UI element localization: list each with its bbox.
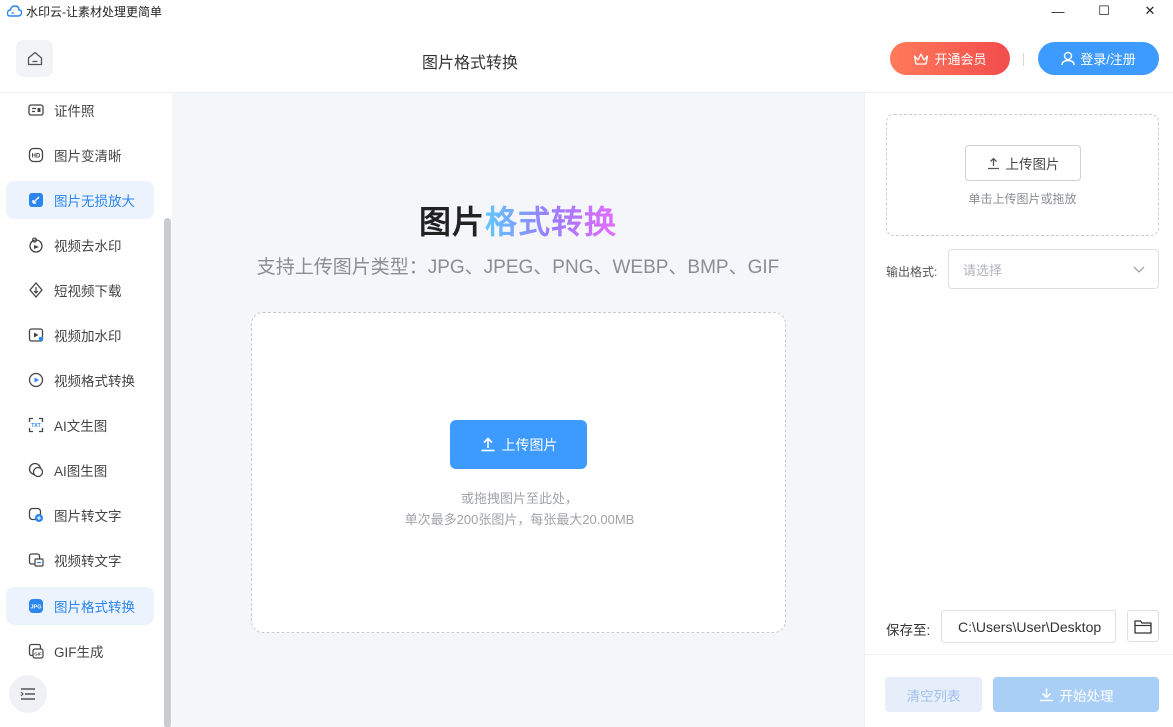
settings-panel: 上传图片 单击上传图片或拖放 输出格式: 请选择 保存至: C:\Users\U… bbox=[864, 93, 1173, 727]
browse-folder-button[interactable] bbox=[1127, 610, 1159, 642]
vip-label: 开通会员 bbox=[934, 52, 987, 67]
play-circle-icon bbox=[28, 372, 44, 388]
chevron-down-icon bbox=[1133, 266, 1145, 273]
close-button[interactable]: ✕ bbox=[1127, 0, 1173, 22]
sidebar-item-gif-generate[interactable]: GIF GIF生成 bbox=[6, 632, 154, 670]
sidebar-item-label: GIF生成 bbox=[54, 645, 104, 660]
sidebar-item-label: 视频去水印 bbox=[54, 239, 122, 254]
sidebar-item-label: 图片格式转换 bbox=[54, 600, 135, 615]
hero-title-part2: 格式转换 bbox=[485, 204, 618, 240]
drag-hint: 或拖拽图片至此处， bbox=[460, 491, 578, 506]
app-header: 图片格式转换 开通会员 登录/注册 bbox=[0, 22, 1173, 93]
video-text-icon bbox=[28, 552, 44, 568]
output-format-select[interactable]: 请选择 bbox=[948, 249, 1159, 289]
sidebar-item-lossless-enlarge[interactable]: 图片无损放大 bbox=[6, 181, 154, 219]
limit-hint: 单次最多200张图片，每张最大20.00MB bbox=[404, 512, 635, 527]
hd-icon: HD bbox=[28, 147, 44, 163]
login-button[interactable]: 登录/注册 bbox=[1038, 42, 1159, 75]
hero-title-part1: 图片 bbox=[418, 204, 485, 240]
video-add-watermark-icon bbox=[28, 327, 44, 343]
home-button[interactable] bbox=[16, 40, 53, 77]
sidebar-item-label: AI图生图 bbox=[54, 464, 108, 479]
sidebar-item-video-remove-watermark[interactable]: 视频去水印 bbox=[6, 226, 154, 264]
svg-text:TXT: TXT bbox=[31, 423, 40, 429]
maximize-icon: ☐ bbox=[1098, 3, 1110, 18]
upload-image-button[interactable]: 上传图片 bbox=[450, 420, 587, 469]
sidebar-item-video-format-convert[interactable]: 视频格式转换 bbox=[6, 361, 154, 399]
side-upload-label: 上传图片 bbox=[1005, 157, 1060, 172]
sidebar: 证件照 HD 图片变清晰 图片无损放大 视频去水印 短视频下载 视频加水印 视频… bbox=[0, 93, 172, 727]
sidebar-item-ai-image-to-image[interactable]: AI图生图 bbox=[6, 451, 154, 489]
svg-text:HD: HD bbox=[32, 154, 41, 160]
download-icon bbox=[28, 282, 44, 298]
start-processing-button[interactable]: 开始处理 bbox=[993, 677, 1159, 712]
sidebar-item-label: 图片无损放大 bbox=[54, 194, 135, 209]
app-logo-icon bbox=[6, 3, 22, 19]
save-to-label: 保存至: bbox=[886, 623, 931, 638]
vip-button[interactable]: 开通会员 bbox=[890, 42, 1010, 75]
home-icon bbox=[27, 51, 42, 66]
clear-list-button[interactable]: 清空列表 bbox=[885, 677, 982, 712]
start-label: 开始处理 bbox=[1059, 688, 1114, 704]
output-format-label: 输出格式: bbox=[886, 265, 938, 279]
sidebar-item-label: 证件照 bbox=[54, 104, 95, 119]
side-upload-hint: 单击上传图片或拖放 bbox=[968, 192, 1077, 206]
user-icon bbox=[1061, 51, 1075, 66]
jpg-icon: JPG bbox=[28, 598, 44, 614]
upload-icon bbox=[987, 157, 999, 169]
svg-text:JPG: JPG bbox=[30, 605, 41, 611]
output-format-placeholder: 请选择 bbox=[963, 262, 1003, 278]
image-text-icon bbox=[28, 507, 44, 523]
sidebar-item-image-sharpen[interactable]: HD 图片变清晰 bbox=[6, 136, 154, 174]
sidebar-item-ai-text-to-image[interactable]: TXT AI文生图 bbox=[6, 406, 154, 444]
upload-icon bbox=[481, 437, 494, 452]
sidebar-item-label: AI文生图 bbox=[54, 419, 108, 434]
header-divider bbox=[1023, 53, 1024, 66]
sidebar-item-video-to-text[interactable]: 视频转文字 bbox=[6, 541, 154, 579]
enlarge-icon bbox=[28, 192, 44, 208]
sidebar-item-label: 图片转文字 bbox=[54, 509, 122, 524]
close-icon: ✕ bbox=[1144, 3, 1156, 18]
sidebar-scrollbar[interactable] bbox=[164, 218, 171, 727]
login-label: 登录/注册 bbox=[1080, 52, 1136, 67]
sidebar-item-image-to-text[interactable]: 图片转文字 bbox=[6, 496, 154, 534]
sidebar-item-label: 短视频下载 bbox=[54, 284, 122, 299]
folder-icon bbox=[1134, 619, 1152, 634]
collapse-menu-button[interactable] bbox=[9, 675, 47, 713]
hero-title: 图片格式转换 bbox=[172, 197, 864, 243]
side-upload-button[interactable]: 上传图片 bbox=[965, 145, 1081, 181]
upload-dropzone[interactable]: 上传图片 或拖拽图片至此处， 单次最多200张图片，每张最大20.00MB bbox=[251, 312, 786, 633]
sidebar-item-label: 图片变清晰 bbox=[54, 149, 122, 164]
ai-image-image-icon bbox=[28, 462, 44, 478]
minimize-button[interactable]: — bbox=[1035, 0, 1081, 22]
sidebar-item-short-video-download[interactable]: 短视频下载 bbox=[6, 271, 154, 309]
sidebar-item-label: 视频加水印 bbox=[54, 329, 122, 344]
sidebar-item-label: 视频格式转换 bbox=[54, 374, 135, 389]
id-card-icon bbox=[28, 102, 44, 118]
video-remove-watermark-icon bbox=[28, 237, 44, 253]
side-upload-dropzone[interactable]: 上传图片 单击上传图片或拖放 bbox=[886, 114, 1159, 236]
sidebar-item-video-add-watermark[interactable]: 视频加水印 bbox=[6, 316, 154, 354]
crown-icon bbox=[914, 52, 929, 65]
upload-label: 上传图片 bbox=[501, 436, 558, 453]
save-path-field[interactable]: C:\Users\User\Desktop bbox=[941, 610, 1116, 643]
download-icon bbox=[1039, 688, 1053, 702]
app-title: 水印云-让素材处理更简单 bbox=[26, 4, 162, 19]
gif-icon: GIF bbox=[28, 643, 44, 659]
sidebar-item-image-format-convert[interactable]: JPG 图片格式转换 bbox=[6, 587, 154, 625]
sidebar-item-label: 视频转文字 bbox=[54, 554, 122, 569]
page-title: 图片格式转换 bbox=[422, 55, 519, 72]
main-content: 图片格式转换 支持上传图片类型：JPG、JPEG、PNG、WEBP、BMP、GI… bbox=[172, 93, 864, 727]
sidebar-item-id-photo[interactable]: 证件照 bbox=[6, 91, 154, 129]
action-bar: 清空列表 开始处理 bbox=[865, 654, 1173, 727]
maximize-button[interactable]: ☐ bbox=[1081, 0, 1127, 22]
svg-text:GIF: GIF bbox=[34, 652, 42, 657]
ai-text-image-icon: TXT bbox=[28, 417, 44, 433]
title-bar: 水印云-让素材处理更简单 — ☐ ✕ bbox=[0, 0, 1173, 22]
hero-subtitle: 支持上传图片类型：JPG、JPEG、PNG、WEBP、BMP、GIF bbox=[256, 257, 780, 278]
minimize-icon: — bbox=[1051, 3, 1065, 19]
menu-icon bbox=[20, 688, 35, 700]
